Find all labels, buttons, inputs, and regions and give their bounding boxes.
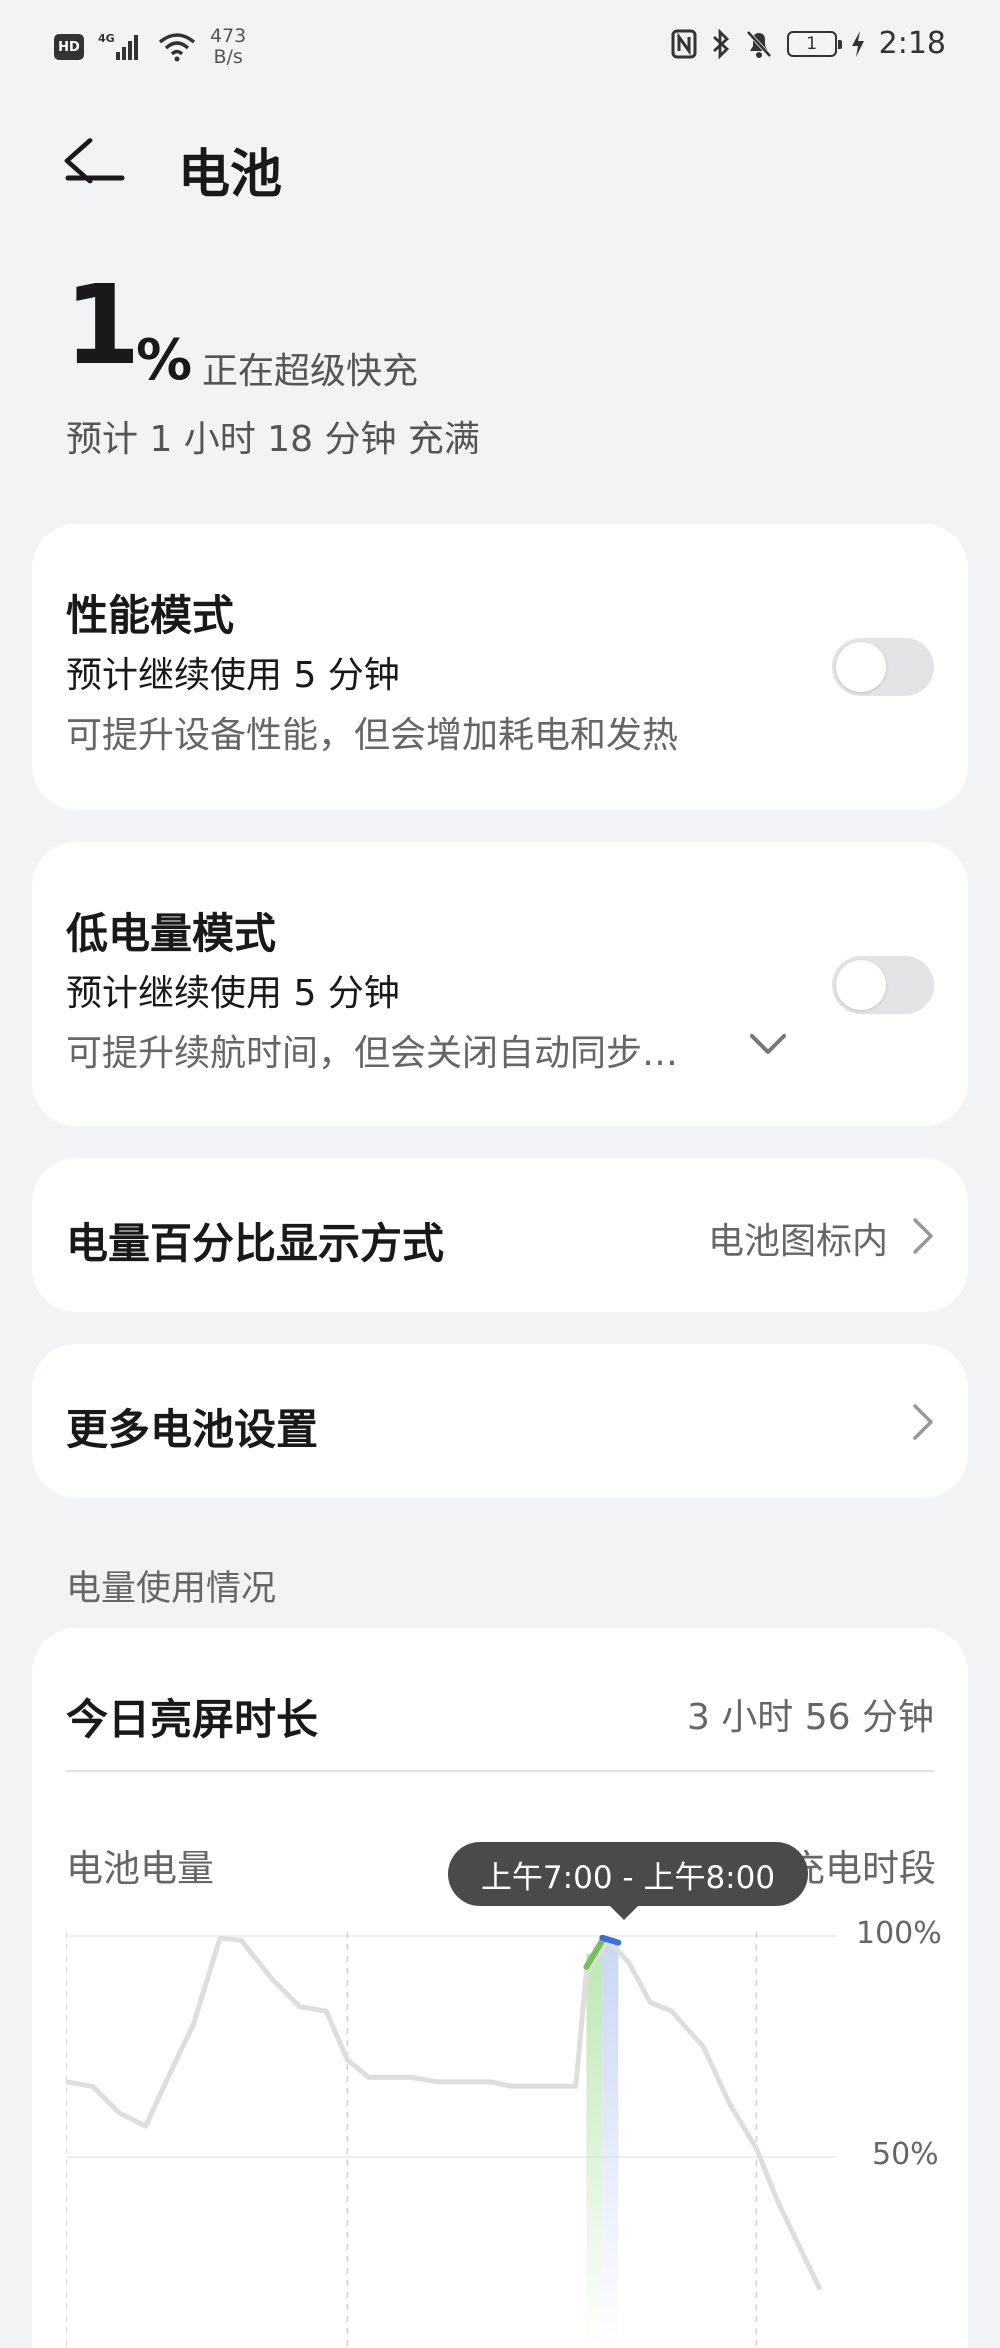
legend-label: 充电时段 (788, 1847, 936, 1890)
signal-icon: 4G (98, 32, 138, 60)
performance-mode-card: 性能模式 预计继续使用 5 分钟 可提升设备性能，但会增加耗电和发热 (32, 524, 968, 810)
y-tick-label: 100% (856, 1916, 942, 1951)
toggle-knob (836, 642, 886, 692)
charging-status: 正在超级快充 (202, 351, 419, 392)
chart-title: 电池电量 (66, 1847, 214, 1890)
performance-mode-title: 性能模式 (66, 591, 235, 640)
percent-display-value: 电池图标内 (707, 1221, 888, 1262)
status-time: 2:18 (878, 26, 946, 61)
page-title: 电池 (178, 145, 283, 205)
charge-time-estimate: 预计 1 小时 18 分钟 充满 (66, 419, 480, 460)
charging-bolt-icon (851, 30, 864, 57)
back-button[interactable] (62, 130, 130, 198)
more-battery-settings-row[interactable]: 更多电池设置 (32, 1344, 968, 1498)
selected-period-band (602, 1940, 619, 2348)
hd-badge: HD (54, 34, 84, 60)
mute-bell-icon (746, 30, 772, 58)
net-speed: 473 B/s (210, 26, 246, 68)
percent-display-row[interactable]: 电量百分比显示方式 电池图标内 (32, 1158, 968, 1312)
low-power-mode-card: 低电量模式 预计继续使用 5 分钟 可提升续航时间，但会关闭自动同步… (32, 842, 968, 1126)
divider (66, 1770, 934, 1772)
more-battery-settings-title: 更多电池设置 (66, 1405, 319, 1454)
page-header: 电池 (0, 110, 1000, 210)
percent-display-title: 电量百分比显示方式 (66, 1219, 445, 1268)
low-power-mode-title: 低电量模式 (66, 909, 277, 958)
screen-time-value: 3 小时 56 分钟 (686, 1697, 934, 1738)
low-power-mode-subtitle: 预计继续使用 5 分钟 (66, 973, 400, 1014)
battery-percent-sign: % (136, 328, 193, 393)
nfc-icon (671, 29, 697, 58)
y-tick-label: 50% (872, 2137, 939, 2172)
low-power-mode-description: 可提升续航时间，但会关闭自动同步… (66, 1033, 679, 1074)
bluetooth-icon (712, 28, 729, 59)
performance-mode-subtitle: 预计继续使用 5 分钟 (66, 655, 400, 696)
net-speed-value: 473 (210, 25, 247, 47)
usage-section-header: 电量使用情况 (66, 1569, 277, 1609)
low-power-mode-toggle[interactable] (832, 956, 934, 1014)
net-speed-unit: B/s (213, 46, 243, 68)
status-bar: HD 4G 473 B/s 1 2:18 (0, 0, 1000, 96)
charging-period-band (586, 1953, 603, 2348)
battery-percent: 1 (64, 261, 141, 389)
network-type-label: 4G (98, 32, 115, 45)
back-arrow-icon (64, 138, 125, 184)
chart-tooltip: 上午7:00 - 上午8:00 (448, 1842, 808, 1920)
toggle-knob (836, 960, 886, 1010)
performance-mode-toggle[interactable] (832, 638, 934, 696)
chevron-down-icon[interactable] (746, 1024, 790, 1064)
screen-time-label: 今日亮屏时长 (66, 1695, 319, 1744)
battery-level-chart[interactable] (66, 1932, 946, 2348)
battery-level-line (66, 1935, 823, 2291)
battery-icon: 1 (786, 30, 842, 57)
chevron-right-icon (913, 1404, 933, 1440)
performance-mode-description: 可提升设备性能，但会增加耗电和发热 (66, 715, 679, 756)
wifi-icon (158, 33, 196, 62)
chevron-right-icon (913, 1218, 933, 1254)
